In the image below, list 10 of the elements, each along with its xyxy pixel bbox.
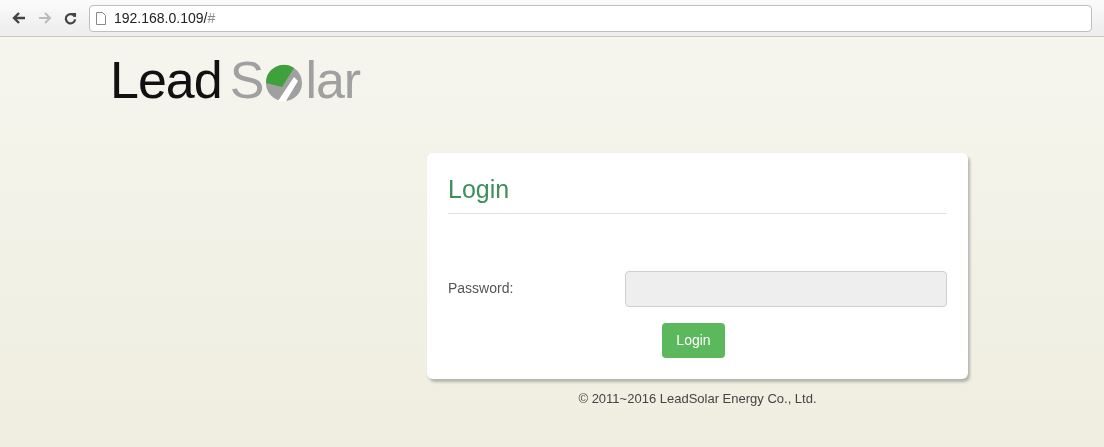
address-text: 192.168.0.109/# bbox=[114, 8, 216, 28]
copyright-text: © 2011~2016 LeadSolar Energy Co., Ltd. bbox=[578, 389, 817, 408]
page-icon bbox=[96, 11, 106, 25]
address-field[interactable]: 192.168.0.109/# bbox=[89, 4, 1092, 32]
login-title: Login bbox=[448, 171, 947, 214]
back-icon[interactable] bbox=[12, 12, 26, 24]
password-field[interactable] bbox=[625, 270, 947, 307]
reload-icon[interactable] bbox=[64, 11, 77, 25]
logo: Lead S lar bbox=[110, 54, 362, 106]
password-label: Password: bbox=[448, 279, 515, 298]
